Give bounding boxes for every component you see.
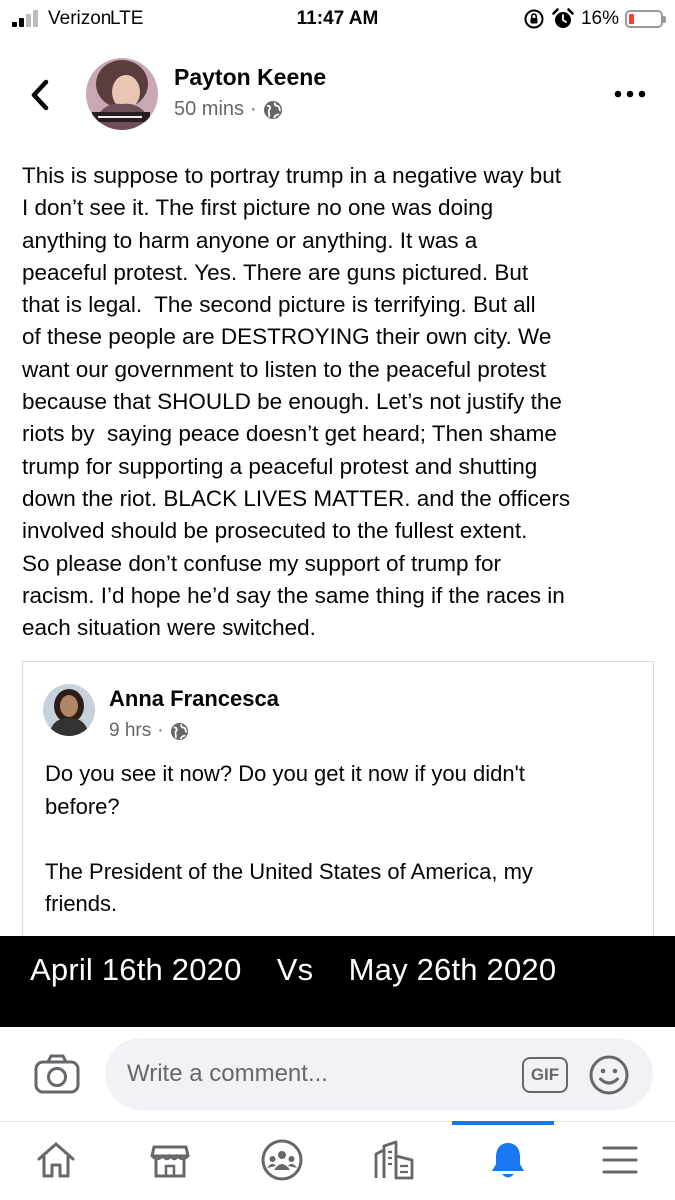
gif-button[interactable]: GIF <box>522 1057 568 1093</box>
tab-notifications[interactable] <box>452 1121 564 1200</box>
battery-icon <box>625 10 666 28</box>
post-meta: 50 mins · <box>174 98 283 121</box>
status-bar: Verizon LTE 11:47 AM 16% <box>0 0 675 38</box>
camera-button[interactable] <box>32 1052 82 1098</box>
comment-bar: GIF <box>0 1027 675 1121</box>
shared-post-meta: 9 hrs · <box>109 720 189 742</box>
smiley-icon <box>589 1055 629 1095</box>
image-caption: April 16th 2020 Vs May 26th 2020 <box>30 952 557 987</box>
tab-marketplace[interactable] <box>114 1122 226 1200</box>
marketplace-icon <box>150 1145 190 1178</box>
shared-author-name[interactable]: Anna Francesca <box>109 686 279 712</box>
tab-menu[interactable] <box>564 1122 675 1200</box>
more-icon <box>614 90 646 98</box>
shared-post-image[interactable]: April 16th 2020 Vs May 26th 2020 <box>0 936 675 1027</box>
globe-icon[interactable] <box>263 100 283 120</box>
more-options-button[interactable] <box>608 84 652 104</box>
post-text: This is suppose to portray trump in a ne… <box>22 163 571 641</box>
bell-icon <box>492 1143 524 1178</box>
chevron-left-icon <box>31 79 49 111</box>
tab-home[interactable] <box>0 1122 112 1200</box>
comment-input[interactable] <box>105 1038 653 1110</box>
shared-author-avatar[interactable] <box>43 684 95 736</box>
emoji-button[interactable] <box>588 1054 630 1096</box>
author-avatar[interactable] <box>86 58 158 130</box>
author-name[interactable]: Payton Keene <box>174 64 326 91</box>
tab-groups[interactable] <box>226 1122 338 1200</box>
shared-post-time: 9 hrs <box>109 720 152 741</box>
status-icons: 16% <box>523 6 666 32</box>
alarm-icon <box>552 8 574 28</box>
tab-news[interactable] <box>338 1122 450 1200</box>
meta-separator: · <box>250 98 257 120</box>
groups-icon <box>261 1139 303 1181</box>
menu-icon <box>602 1146 638 1174</box>
meta-separator: · <box>157 720 164 741</box>
globe-icon[interactable] <box>170 722 189 741</box>
camera-icon <box>34 1054 80 1094</box>
battery-percent: 16% <box>580 8 619 29</box>
rotation-lock-icon <box>524 9 544 29</box>
shared-post-card[interactable]: Anna Francesca 9 hrs · Do you see it now… <box>22 661 654 951</box>
post-time: 50 mins <box>174 98 245 120</box>
back-button[interactable] <box>24 72 64 118</box>
home-icon <box>37 1142 75 1178</box>
shared-post-text: Do you see it now? Do you get it now if … <box>45 761 533 916</box>
news-icon <box>374 1140 414 1180</box>
tab-bar <box>0 1121 675 1200</box>
